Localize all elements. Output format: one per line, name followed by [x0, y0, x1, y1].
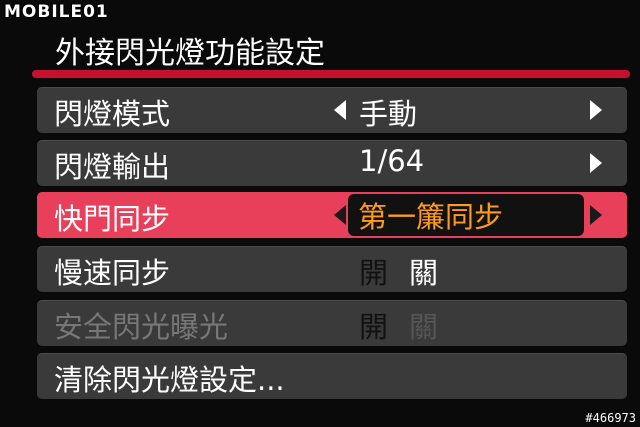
menu-item-label: 閃燈輸出	[54, 150, 171, 184]
menu-item-label: 安全閃光曝光	[54, 310, 229, 344]
menu-item-flash-output[interactable]: 閃燈輸出 1/64	[37, 140, 627, 186]
option-on[interactable]: 開	[359, 250, 388, 292]
menu-item-label: 閃燈模式	[54, 97, 171, 131]
menu-item-label: 慢速同步	[54, 256, 171, 290]
image-id: #466973	[585, 411, 636, 425]
menu-item-value: 第一簾同步	[358, 200, 504, 234]
menu-item-reset-flash-settings[interactable]: 清除閃光燈設定...	[37, 353, 627, 399]
arrow-right-icon[interactable]	[590, 205, 602, 225]
arrow-left-icon[interactable]	[334, 100, 346, 120]
selected-value-box[interactable]: 第一簾同步	[348, 194, 584, 236]
arrow-left-icon[interactable]	[334, 205, 346, 225]
menu-item-shutter-sync[interactable]: 快門同步 第一簾同步	[37, 192, 627, 238]
page-title: 外接閃光燈功能設定	[55, 36, 325, 71]
menu-item-flash-mode[interactable]: 閃燈模式 手動	[37, 87, 627, 133]
option-off[interactable]: 關	[409, 304, 438, 346]
watermark-logo: MOBILE01	[4, 2, 109, 22]
title-divider	[32, 70, 630, 78]
menu-item-label: 清除閃光燈設定...	[54, 363, 285, 397]
menu-item-slow-sync[interactable]: 慢速同步 開 關	[37, 246, 627, 292]
menu-item-label: 快門同步	[54, 202, 171, 236]
option-on[interactable]: 開	[359, 304, 388, 346]
menu-item-value: 手動	[359, 97, 418, 131]
option-off[interactable]: 關	[409, 250, 438, 292]
arrow-right-icon[interactable]	[590, 153, 602, 173]
menu-item-safe-flash-exposure[interactable]: 安全閃光曝光 開 關	[37, 300, 627, 346]
arrow-right-icon[interactable]	[590, 100, 602, 120]
menu-item-value: 1/64	[359, 144, 425, 178]
